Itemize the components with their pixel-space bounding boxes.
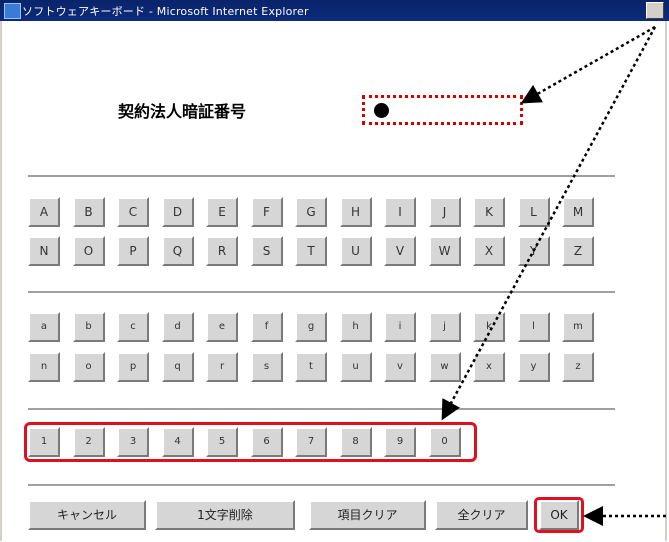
arrow-to-field (520, 25, 656, 104)
annotation-arrows (441, 25, 666, 526)
arrow-to-digits (441, 26, 657, 421)
